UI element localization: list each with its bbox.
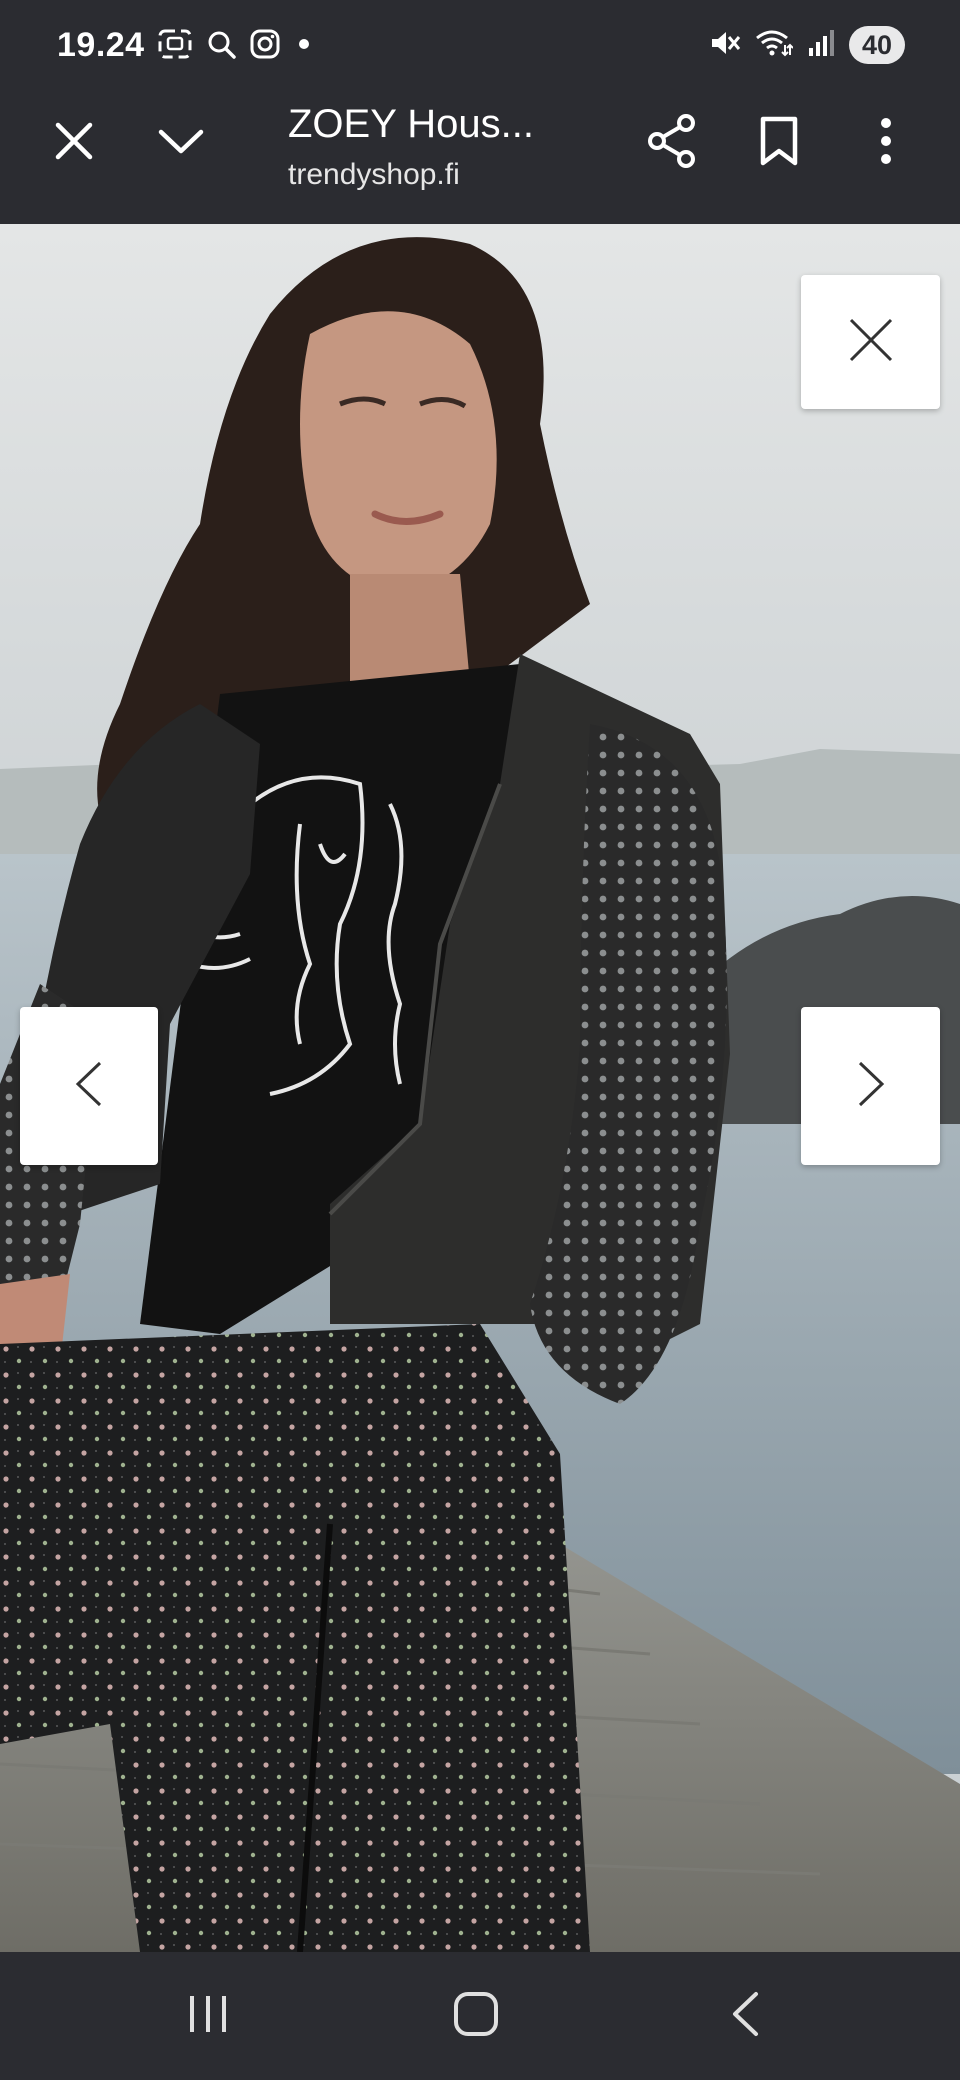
minimize-button[interactable] [145, 107, 217, 179]
next-image-button[interactable] [801, 1007, 940, 1165]
status-time: 19.24 [57, 26, 145, 64]
share-button[interactable] [636, 107, 708, 179]
page-domain: trendyshop.fi [288, 158, 460, 191]
close-icon [847, 316, 895, 369]
close-viewer-button[interactable] [801, 275, 940, 409]
chevron-down-icon [157, 126, 205, 161]
notification-dot-icon [294, 29, 314, 64]
recents-button[interactable] [163, 1976, 253, 2056]
instagram-icon [250, 29, 280, 64]
mute-icon [709, 28, 741, 63]
bookmark-icon [759, 115, 799, 172]
close-tab-button[interactable] [38, 107, 110, 179]
system-nav-bar [0, 1952, 960, 2080]
more-options-button[interactable] [850, 107, 922, 179]
home-icon [453, 1991, 499, 2042]
chevron-left-icon [74, 1059, 104, 1114]
battery-icon: 40 [849, 26, 905, 64]
screenshot-icon [158, 29, 192, 64]
search-icon [206, 29, 236, 64]
recents-icon [186, 1992, 230, 2041]
bookmark-button[interactable] [743, 107, 815, 179]
status-icons-right: 40 [709, 24, 905, 66]
page-title: ZOEY Hous... [288, 102, 535, 146]
close-icon [54, 121, 94, 166]
image-viewer [0, 224, 960, 1952]
back-button[interactable] [700, 1976, 790, 2056]
more-vert-icon [878, 117, 894, 170]
browser-toolbar: ZOEY Hous... trendyshop.fi [0, 92, 960, 224]
back-icon [730, 1991, 760, 2042]
signal-icon [807, 28, 835, 63]
previous-image-button[interactable] [20, 1007, 158, 1165]
chevron-right-icon [856, 1059, 886, 1114]
browser-screen: 19.24 40 ZOEY Hous... trendyshop.fi [0, 0, 960, 2080]
status-icons-left [158, 28, 314, 64]
status-bar: 19.24 40 [0, 0, 960, 92]
home-button[interactable] [431, 1976, 521, 2056]
wifi-icon [755, 28, 794, 63]
share-icon [646, 113, 698, 174]
